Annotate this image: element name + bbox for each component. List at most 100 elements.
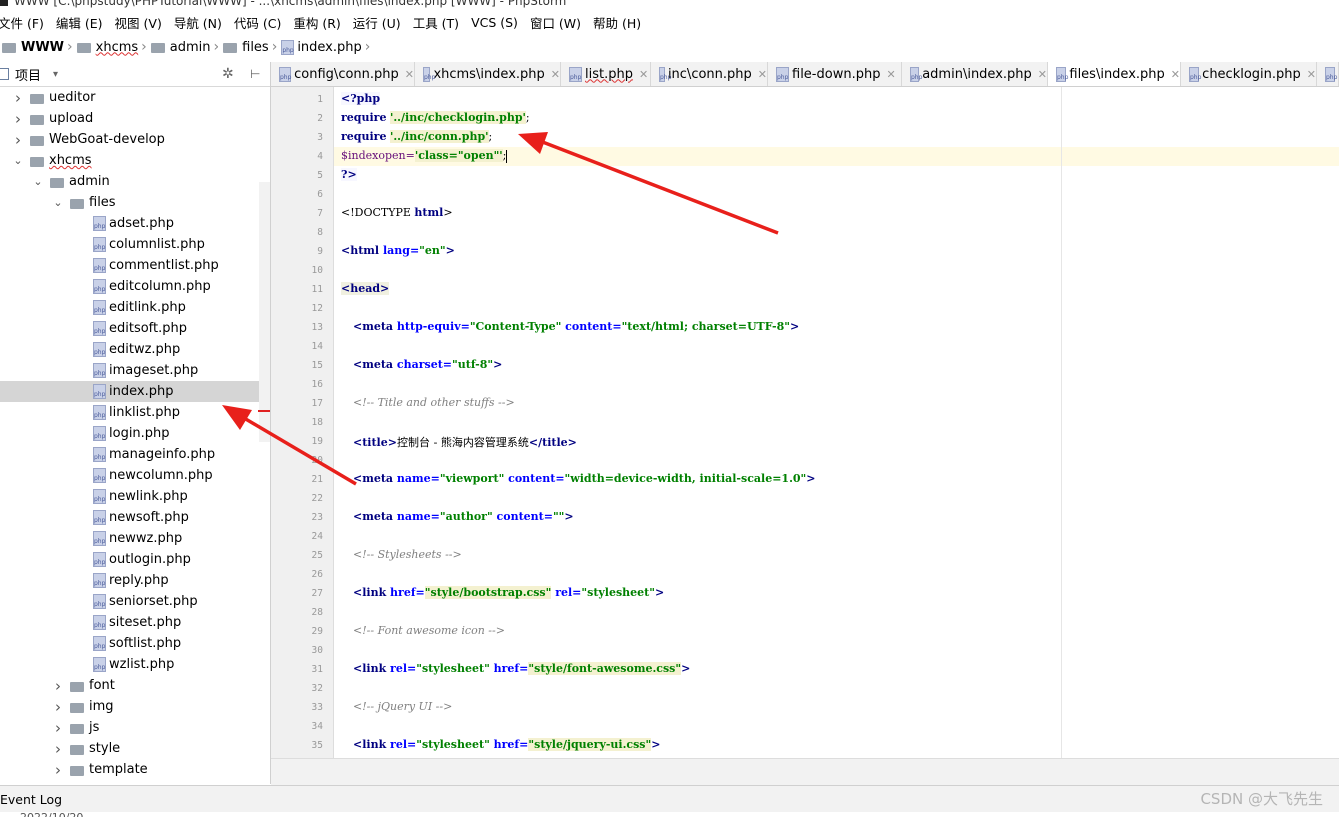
editor-tab[interactable]: inc\conn.php ✕ bbox=[651, 62, 768, 86]
tree-file[interactable]: login.php bbox=[0, 423, 270, 444]
tree-folder[interactable]: › ueditor bbox=[0, 87, 270, 108]
close-icon[interactable]: ✕ bbox=[886, 68, 895, 81]
tree-item-label: seniorset.php bbox=[109, 594, 198, 609]
tree-file[interactable]: outlogin.php bbox=[0, 549, 270, 570]
editor-tab[interactable]: file-down.php ✕ bbox=[768, 62, 902, 86]
code-line-13: <meta http-equiv="Content-Type" content=… bbox=[353, 320, 800, 333]
tree-file[interactable]: newcolumn.php bbox=[0, 465, 270, 486]
tree-folder[interactable]: › js bbox=[0, 717, 270, 738]
editor-tab[interactable]: admin\index.php ✕ bbox=[902, 62, 1048, 86]
chevron-down-icon[interactable]: ⌄ bbox=[32, 175, 44, 188]
tree-file[interactable]: wzlist.php bbox=[0, 654, 270, 675]
tree-file[interactable]: editwz.php bbox=[0, 339, 270, 360]
tree-file[interactable]: commentlist.php bbox=[0, 255, 270, 276]
code-editor[interactable]: 1 2 3 4 5 6 7 8 9 10 11 12 13 14 15 16 17 18 19 20 21 22 23 24 2… bbox=[271, 87, 1339, 758]
breadcrumb-index-php[interactable]: index.php › bbox=[281, 39, 374, 55]
tree-file[interactable]: imageset.php bbox=[0, 360, 270, 381]
editor-tab[interactable]: list.php ✕ bbox=[561, 62, 651, 86]
menu-item[interactable]: 窗口 (W) bbox=[530, 13, 581, 32]
close-icon[interactable]: ✕ bbox=[758, 68, 767, 81]
editor-tab[interactable]: config\conn.php ✕ bbox=[271, 62, 415, 86]
tree-item-label: login.php bbox=[109, 426, 170, 441]
tree-folder[interactable]: › WebGoat-develop bbox=[0, 129, 270, 150]
project-label[interactable]: 项目 bbox=[15, 65, 41, 84]
tree-scrollbar[interactable] bbox=[259, 182, 270, 442]
menu-item[interactable]: 编辑 (E) bbox=[56, 13, 103, 32]
breadcrumb-admin[interactable]: admin › bbox=[150, 39, 223, 55]
tree-file[interactable]: manageinfo.php bbox=[0, 444, 270, 465]
editor-tab[interactable]: xhcms\index.php ✕ bbox=[415, 62, 561, 86]
status-date: 2022/10/20 bbox=[20, 811, 83, 817]
menu-item[interactable]: VCS (S) bbox=[471, 15, 518, 30]
close-icon[interactable]: ✕ bbox=[1307, 68, 1316, 81]
tree-folder[interactable]: › upload bbox=[0, 108, 270, 129]
tree-folder[interactable]: › template bbox=[0, 759, 270, 780]
chevron-right-icon[interactable]: › bbox=[52, 677, 64, 695]
tree-file[interactable]: editlink.php bbox=[0, 297, 270, 318]
menu-item[interactable]: 运行 (U) bbox=[353, 13, 401, 32]
tree-folder[interactable]: › style bbox=[0, 738, 270, 759]
editor-tab[interactable]: checklogin.php ✕ bbox=[1181, 62, 1317, 86]
close-icon[interactable]: ✕ bbox=[639, 68, 648, 81]
tree-folder[interactable]: ⌄ admin bbox=[0, 171, 270, 192]
editor-tab[interactable]: files\index.php ✕ bbox=[1048, 62, 1181, 86]
line-number: 10 bbox=[311, 265, 323, 276]
tree-file[interactable]: columnlist.php bbox=[0, 234, 270, 255]
line-number: 25 bbox=[311, 550, 323, 561]
tree-file[interactable]: index.php bbox=[0, 381, 270, 402]
tree-file[interactable]: reply.php bbox=[0, 570, 270, 591]
breadcrumb-xhcms[interactable]: xhcms › bbox=[76, 39, 151, 55]
chevron-right-icon[interactable]: › bbox=[52, 740, 64, 758]
tree-item-label: editsoft.php bbox=[109, 321, 188, 336]
menu-item[interactable]: 视图 (V) bbox=[115, 13, 162, 32]
breadcrumb-files[interactable]: files › bbox=[223, 39, 281, 55]
tree-file[interactable]: adset.php bbox=[0, 213, 270, 234]
line-number: 18 bbox=[311, 417, 323, 428]
menu-item[interactable]: 代码 (C) bbox=[234, 13, 281, 32]
tree-folder[interactable]: › font bbox=[0, 675, 270, 696]
menu-item[interactable]: 帮助 (H) bbox=[593, 13, 641, 32]
menu-item[interactable]: 导航 (N) bbox=[174, 13, 222, 32]
tab-label: list.php bbox=[585, 66, 633, 82]
line-number: 24 bbox=[311, 531, 323, 542]
tree-file[interactable]: editcolumn.php bbox=[0, 276, 270, 297]
project-dropdown-icon[interactable]: ▾ bbox=[53, 69, 58, 80]
tree-file[interactable]: newwz.php bbox=[0, 528, 270, 549]
chevron-right-icon: › bbox=[213, 39, 220, 55]
close-icon[interactable]: ✕ bbox=[551, 68, 560, 81]
tree-file[interactable]: newlink.php bbox=[0, 486, 270, 507]
tree-folder[interactable]: ⌄ xhcms bbox=[0, 150, 270, 171]
menu-item[interactable]: 重构 (R) bbox=[293, 13, 340, 32]
chevron-right-icon[interactable]: › bbox=[52, 698, 64, 716]
tree-file[interactable]: linklist.php bbox=[0, 402, 270, 423]
tree-file[interactable]: newsoft.php bbox=[0, 507, 270, 528]
collapse-icon[interactable]: ⊢ bbox=[250, 67, 260, 81]
folder-icon bbox=[2, 43, 16, 53]
chevron-right-icon[interactable]: › bbox=[52, 719, 64, 737]
php-file-icon bbox=[93, 321, 106, 336]
chevron-right-icon[interactable]: › bbox=[12, 131, 24, 149]
menu-item[interactable]: 文件 (F) bbox=[0, 13, 44, 32]
gear-icon[interactable]: ✲ bbox=[222, 66, 234, 82]
line-number: 21 bbox=[311, 474, 323, 485]
close-icon[interactable]: ✕ bbox=[1171, 68, 1180, 81]
chevron-down-icon[interactable]: ⌄ bbox=[52, 196, 64, 209]
tree-file[interactable]: softlist.php bbox=[0, 633, 270, 654]
chevron-right-icon[interactable]: › bbox=[12, 110, 24, 128]
chevron-right-icon[interactable]: › bbox=[52, 761, 64, 779]
event-log-button[interactable]: Event Log bbox=[0, 792, 62, 807]
line-number: 2 bbox=[317, 113, 323, 124]
chevron-right-icon: › bbox=[364, 39, 371, 55]
close-icon[interactable]: ✕ bbox=[1038, 68, 1047, 81]
tree-folder[interactable]: › img bbox=[0, 696, 270, 717]
tree-file[interactable]: seniorset.php bbox=[0, 591, 270, 612]
tree-folder[interactable]: ⌄ files bbox=[0, 192, 270, 213]
menu-item[interactable]: 工具 (T) bbox=[413, 13, 459, 32]
breadcrumb-www[interactable]: WWW › bbox=[0, 39, 77, 55]
close-icon[interactable]: ✕ bbox=[405, 68, 414, 81]
more-tabs[interactable] bbox=[1317, 62, 1339, 86]
chevron-down-icon[interactable]: ⌄ bbox=[12, 154, 24, 167]
tree-file[interactable]: editsoft.php bbox=[0, 318, 270, 339]
chevron-right-icon[interactable]: › bbox=[12, 89, 24, 107]
tree-file[interactable]: siteset.php bbox=[0, 612, 270, 633]
